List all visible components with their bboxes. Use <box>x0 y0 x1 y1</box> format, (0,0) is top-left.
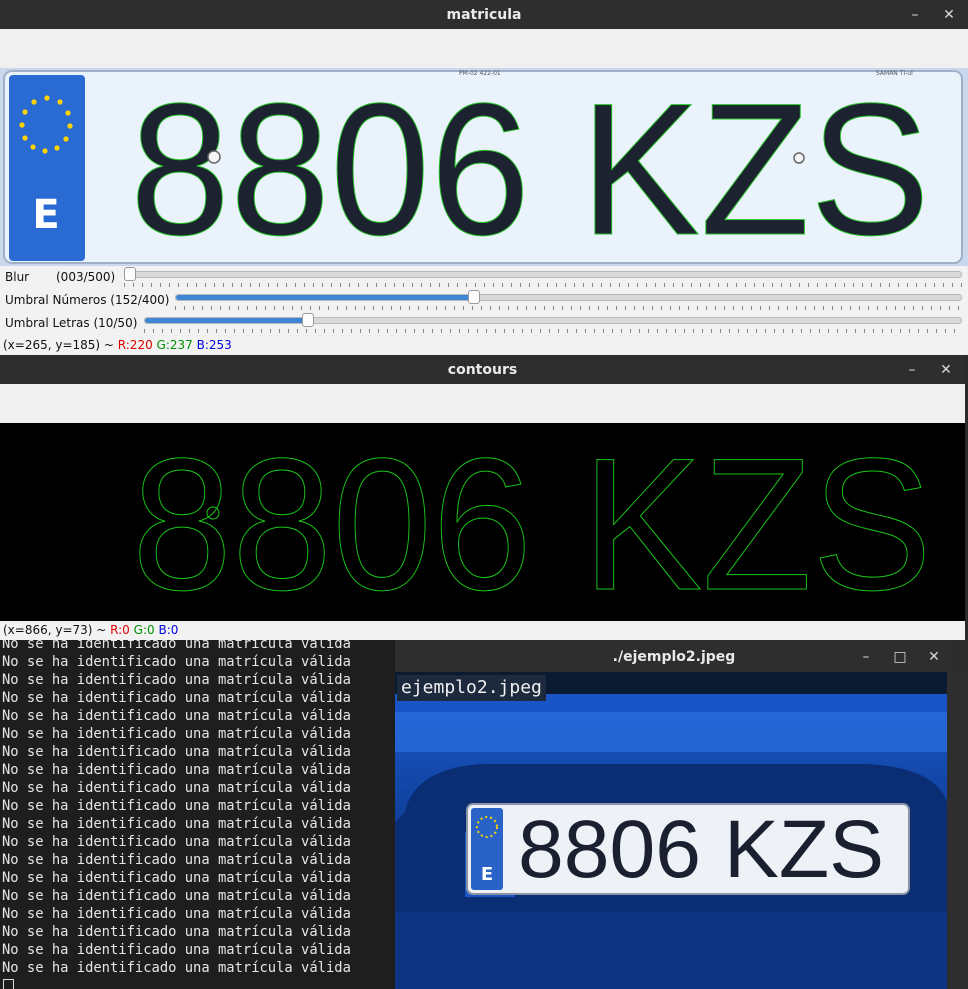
plate-image: E PM-02 422-01 SAMAN TI-ul 8806 KZS <box>0 68 968 266</box>
contours-titlebar[interactable]: contours – ✕ <box>0 355 965 384</box>
close-icon[interactable]: ✕ <box>940 6 958 24</box>
terminal-line: No se ha identificado una matrícula váli… <box>2 708 351 724</box>
contours-status-g: G:0 <box>133 623 155 637</box>
matricula-window: matricula – ✕ E PM-02 422-01 SAMAN TI-ul… <box>0 0 968 355</box>
contours-window: contours – ✕ 8806 KZS (x=866, y=73) ~ R:… <box>0 355 965 640</box>
terminal-line: No se ha identificado una matrícula váli… <box>2 816 351 832</box>
contours-image: 8806 KZS <box>0 423 965 621</box>
terminal-line: No se ha identificado una matrícula váli… <box>2 834 351 850</box>
terminal-line: No se ha identificado una matrícula váli… <box>2 744 351 760</box>
ejemplo-plate-characters: 8806 KZS <box>518 804 884 895</box>
terminal-line: No se ha identificado una matrícula váli… <box>2 942 351 958</box>
matricula-window-title: matricula <box>446 6 522 23</box>
contours-toolbar <box>0 384 965 423</box>
terminal-line: No se ha identificado una matrícula váli… <box>2 654 351 670</box>
ejemplo-titlebar[interactable]: ./ejemplo2.jpeg – □ ✕ <box>395 641 953 672</box>
blur-trackbar-row: Blur (003/500) <box>0 266 968 289</box>
terminal-cursor <box>3 978 14 989</box>
terminal-line: No se ha identificado una matrícula váli… <box>2 780 351 796</box>
ejemplo-image: E 8806 KZS ejemplo2.jpeg <box>395 672 947 989</box>
close-icon[interactable]: ✕ <box>937 361 955 379</box>
contours-status-b: B:0 <box>158 623 179 637</box>
contours-statusbar: (x=866, y=73) ~ R:0 G:0 B:0 <box>0 621 965 640</box>
contours-status-coords: (x=866, y=73) ~ <box>3 623 111 637</box>
umbral-numeros-trackbar-row: Umbral Números (152/400) <box>0 289 968 312</box>
minimize-icon[interactable]: – <box>906 6 924 24</box>
ejemplo-window: ./ejemplo2.jpeg – □ ✕ E 8806 KZS ejemplo… <box>395 641 953 989</box>
umbral-numeros-label: Umbral Números (152/400) <box>5 293 170 307</box>
blur-trackbar-handle[interactable] <box>124 267 137 281</box>
ejemplo-window-border <box>947 672 968 989</box>
contours-status-r: R:0 <box>110 623 130 637</box>
minimize-icon[interactable]: – <box>857 648 875 666</box>
matricula-status-b: B:253 <box>196 338 232 352</box>
terminal-output[interactable]: No se ha identificado una matrícula váli… <box>0 640 395 989</box>
ejemplo-plate-country-letter: E <box>481 864 493 885</box>
terminal-line: No se ha identificado una matrícula váli… <box>2 690 351 706</box>
blur-trackbar-ticks <box>124 283 962 287</box>
terminal-line: No se ha identificado una matrícula váli… <box>2 924 351 940</box>
terminal-line: No se ha identificado una matrícula váli… <box>2 640 351 652</box>
terminal-line: No se ha identificado una matrícula váli… <box>2 960 351 976</box>
maximize-icon[interactable]: □ <box>891 648 909 666</box>
umbral-letras-trackbar[interactable] <box>144 313 962 327</box>
matricula-toolbar <box>0 29 968 68</box>
umbral-letras-trackbar-row: Umbral Letras (10/50) <box>0 312 968 335</box>
umbral-letras-trackbar-ticks <box>144 329 962 333</box>
plate-characters: 8806 KZS <box>130 68 930 266</box>
terminal-line: No se ha identificado una matrícula váli… <box>2 870 351 886</box>
terminal-prompt[interactable] <box>0 977 395 989</box>
contour-characters: 8806 KZS <box>132 423 932 621</box>
umbral-letras-trackbar-fill <box>145 318 309 323</box>
plate-country-letter: E <box>32 192 59 238</box>
contours-window-title: contours <box>447 361 518 378</box>
terminal-line: No se ha identificado una matrícula váli… <box>2 888 351 904</box>
ejemplo-overlay-label: ejemplo2.jpeg <box>397 675 546 701</box>
terminal-line: No se ha identificado una matrícula váli… <box>2 672 351 688</box>
blur-trackbar[interactable] <box>124 267 962 281</box>
umbral-numeros-trackbar-handle[interactable] <box>468 290 481 304</box>
matricula-status-r: R:220 <box>117 338 153 352</box>
terminal-line: No se ha identificado una matrícula váli… <box>2 906 351 922</box>
terminal-line: No se ha identificado una matrícula váli… <box>2 726 351 742</box>
terminal-line: No se ha identificado una matrícula váli… <box>2 798 351 814</box>
blur-value: (003/500) <box>56 270 116 284</box>
ejemplo-window-title: ./ejemplo2.jpeg <box>612 648 736 665</box>
terminal-line: No se ha identificado una matrícula váli… <box>2 852 351 868</box>
matricula-status-g: G:237 <box>156 338 193 352</box>
umbral-numeros-trackbar-fill <box>176 295 475 300</box>
matricula-statusbar: (x=265, y=185) ~ R:220 G:237 B:253 <box>0 336 968 354</box>
terminal-line: No se ha identificado una matrícula váli… <box>2 762 351 778</box>
umbral-numeros-trackbar[interactable] <box>175 290 962 304</box>
close-icon[interactable]: ✕ <box>925 648 943 666</box>
matricula-status-coords: (x=265, y=185) ~ <box>3 338 118 352</box>
umbral-letras-trackbar-handle[interactable] <box>302 313 315 327</box>
minimize-icon[interactable]: – <box>903 361 921 379</box>
umbral-numeros-trackbar-ticks <box>175 306 962 310</box>
blur-label: Blur <box>5 270 30 284</box>
matricula-titlebar[interactable]: matricula – ✕ <box>0 0 968 29</box>
umbral-letras-label: Umbral Letras (10/50) <box>5 316 138 330</box>
